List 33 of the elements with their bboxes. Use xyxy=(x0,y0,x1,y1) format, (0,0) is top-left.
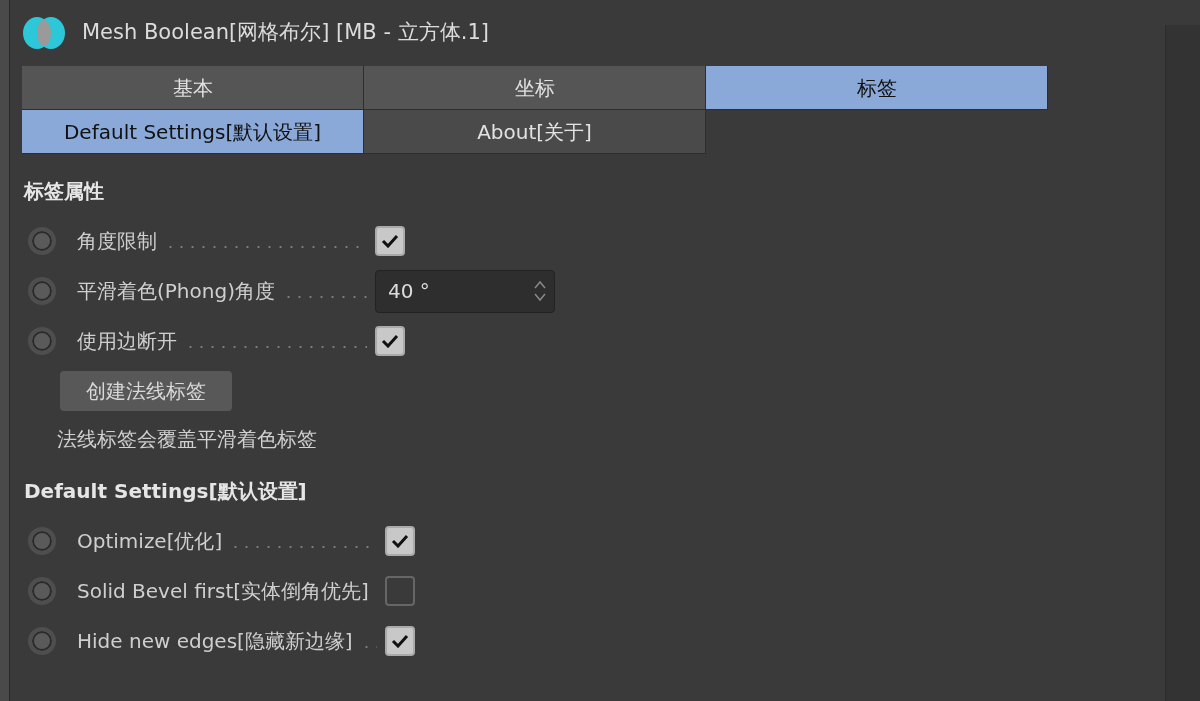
checkbox[interactable] xyxy=(375,226,405,256)
checkbox[interactable] xyxy=(375,326,405,356)
tab[interactable]: About[关于] xyxy=(364,110,706,154)
keyframe-button[interactable] xyxy=(28,277,56,305)
property-label: 使用边断开 xyxy=(77,328,177,355)
panel-title: Mesh Boolean[网格布尔] [MB - 立方体.1] xyxy=(82,19,489,47)
tab[interactable]: 基本 xyxy=(22,66,364,110)
property-label: 角度限制 xyxy=(77,228,157,255)
logo-icon xyxy=(22,16,66,50)
check-icon xyxy=(390,634,409,648)
create-button[interactable]: 创建法线标签 xyxy=(60,371,232,411)
tab[interactable]: 坐标 xyxy=(364,66,706,110)
check-icon xyxy=(381,234,399,248)
note-text: 法线标签会覆盖平滑着色标签 xyxy=(57,426,318,453)
keyframe-button[interactable] xyxy=(28,627,56,655)
keyframe-button[interactable] xyxy=(28,227,56,255)
property-label: Hide new edges[隐藏新边缘] xyxy=(77,628,353,655)
number-field[interactable]: 40 ° xyxy=(375,269,555,313)
property-label: 平滑着色(Phong)角度 xyxy=(77,278,275,305)
tab[interactable]: 标签 xyxy=(706,66,1048,110)
section-heading: 标签属性 xyxy=(24,178,105,205)
tab[interactable]: Default Settings[默认设置] xyxy=(22,110,364,154)
property-label: Optimize[优化] xyxy=(77,528,223,555)
keyframe-button[interactable] xyxy=(28,327,56,355)
check-icon xyxy=(390,534,409,548)
keyframe-button[interactable] xyxy=(28,527,56,555)
section-heading: Default Settings[默认设置] xyxy=(24,478,308,505)
checkbox[interactable] xyxy=(384,626,415,656)
property-label: Solid Bevel first[实体倒角优先] xyxy=(77,578,369,605)
keyframe-button[interactable] xyxy=(28,577,56,605)
checkbox[interactable] xyxy=(384,576,415,606)
checkbox[interactable] xyxy=(384,526,415,556)
check-icon xyxy=(381,334,399,348)
